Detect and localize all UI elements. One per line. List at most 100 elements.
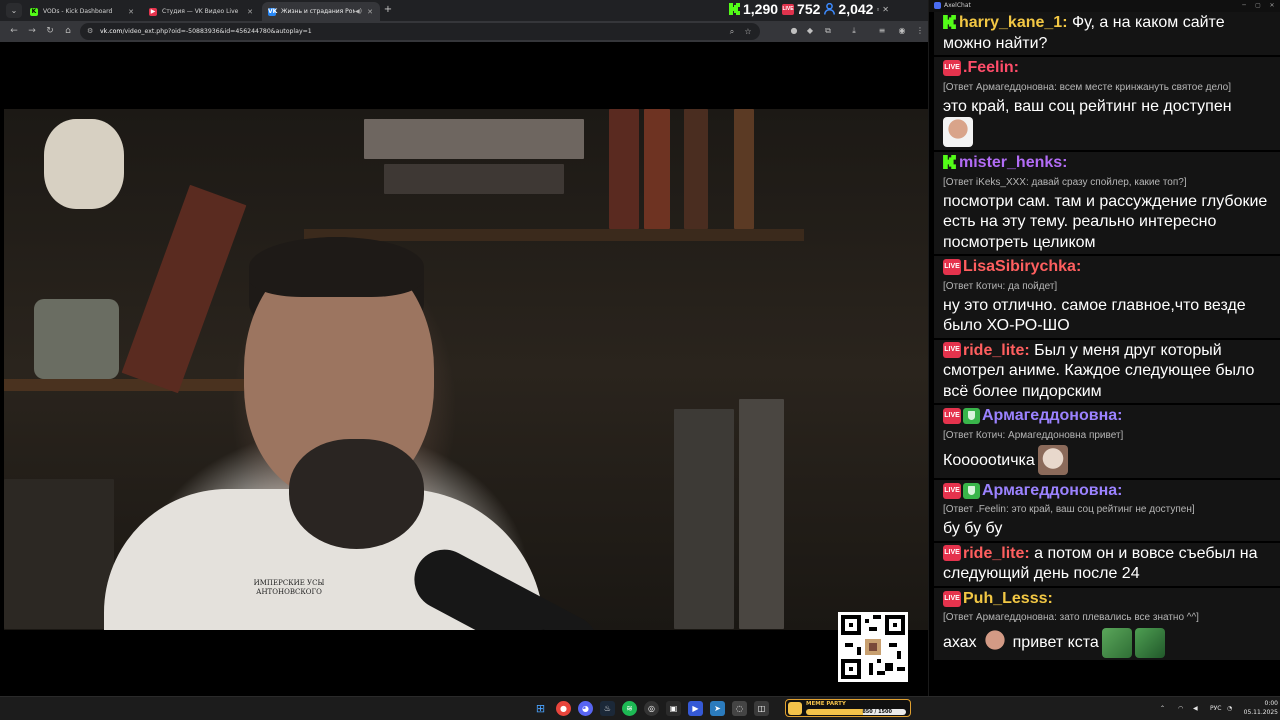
back-icon[interactable]: ← [8, 25, 20, 37]
bookshelf [4, 379, 244, 391]
tab-title: VODs - Kick Dashboard [43, 8, 113, 15]
new-tab-button[interactable]: + [383, 3, 393, 17]
app-name: AxelChat [944, 2, 971, 9]
chat-username[interactable]: LisaSibirychka: [963, 257, 1081, 278]
video-player[interactable]: ИМПЕРСКИЕ УСЫ АНТОНОВСКОГО [4, 42, 928, 690]
vk-live-badge-icon: LIVE [943, 342, 961, 359]
chat-text: ну это отлично. самое главное,что везде … [943, 296, 1246, 335]
chat-window: AxelChat ─ ▢ ✕ harry_kane_1: Фу, а на ка… [928, 0, 1280, 696]
chat-username[interactable]: .Feelin: [963, 58, 1019, 79]
chat-username[interactable]: mister_henks: [959, 153, 1068, 174]
close-tab-icon[interactable]: ✕ [246, 8, 254, 16]
chat-message: LIVE Puh_Lesss: [Ответ Армагеддоновна: за… [934, 587, 1280, 662]
spotify-icon[interactable]: ≋ [622, 701, 637, 716]
system-clock[interactable]: 0:00 05.11.2025 [1238, 699, 1278, 717]
book [644, 109, 670, 229]
chat-username[interactable]: ride_lite: [963, 545, 1030, 562]
cat-emote [1037, 445, 1068, 476]
bookmark-star-icon[interactable]: ☆ [742, 23, 754, 40]
close-icon[interactable]: ✕ [882, 5, 889, 14]
media-control-icon[interactable]: ≡ [876, 25, 888, 37]
stream-stats: 1,290 LIVE 752 2,042 ▫ ✕ [729, 0, 893, 18]
chat-reply-quote: [Ответ Котич: Армагеддоновна привет] [943, 429, 1124, 441]
app-icon[interactable]: ▶ [688, 701, 703, 716]
vk-live-viewer-count: 752 [797, 1, 821, 17]
book [4, 479, 114, 629]
download-icon[interactable]: ⤓ [848, 25, 860, 37]
profile-icon[interactable]: ◉ [896, 25, 908, 37]
steam-icon[interactable]: ♨ [600, 701, 615, 716]
close-icon[interactable]: ✕ [1267, 0, 1277, 12]
video-frame[interactable]: ИМПЕРСКИЕ УСЫ АНТОНОВСКОГО [4, 109, 928, 630]
tab-kick-dashboard[interactable]: K VODs - Kick Dashboard ✕ [24, 2, 141, 21]
tab-strip: ⌄ K VODs - Kick Dashboard ✕ ▶ Студия — V… [0, 0, 928, 21]
book [674, 409, 734, 629]
close-tab-icon[interactable]: ✕ [366, 8, 374, 16]
app-icon[interactable]: ◌ [732, 701, 747, 716]
person-hair [249, 237, 424, 297]
face-emote [979, 627, 1010, 658]
chat-message: LIVE LisaSibirychka: [Ответ Котич: да пой… [934, 256, 1280, 340]
chat-username[interactable]: harry_kane_1: [959, 14, 1068, 31]
chat-text: Коооootичка [943, 451, 1035, 469]
language-indicator[interactable]: РУС [1210, 697, 1221, 720]
telegram-icon[interactable]: ➤ [710, 701, 725, 716]
volume-icon[interactable]: ◀ [1193, 697, 1198, 720]
face-emote [943, 117, 973, 147]
minimize-icon[interactable]: ▫ [876, 5, 879, 14]
vk-live-viewer-stat: LIVE 752 [782, 1, 820, 17]
speaker-icon[interactable]: ◀) [355, 8, 363, 15]
app-icon [934, 2, 941, 9]
chat-username[interactable]: Армагеддоновна: [982, 481, 1122, 502]
chat-message: LIVE .Feelin: [Ответ Армагеддоновна: всем… [934, 57, 1280, 152]
clock-date: 05.11.2025 [1243, 709, 1278, 716]
wifi-icon[interactable]: ◔ [1227, 697, 1232, 720]
chat-username[interactable]: ride_lite: [963, 342, 1030, 359]
chat-message-list[interactable]: harry_kane_1: Фу, а на каком сайте можно… [934, 12, 1280, 662]
obs-icon[interactable]: ◎ [644, 701, 659, 716]
site-info-icon[interactable]: ⚙ [87, 26, 96, 37]
chat-username[interactable]: Армагеддоновна: [982, 406, 1122, 427]
url-text: vk.com/video_ext.php?oid=-50883936&id=45… [100, 28, 312, 35]
maximize-icon[interactable]: ▢ [1253, 0, 1263, 12]
network-icon[interactable]: ◠ [1178, 697, 1183, 720]
browser-window: ⌄ K VODs - Kick Dashboard ✕ ▶ Студия — V… [0, 0, 928, 696]
book [734, 109, 754, 229]
tray-chevron-icon[interactable]: ⌃ [1160, 697, 1165, 720]
tab-vk-video[interactable]: VK Жизнь и страдания Романа ◀) ✕ [262, 2, 380, 21]
chat-message: LIVE ride_lite: а потом он и вовсе съебыл… [934, 542, 1280, 588]
windows-start-icon[interactable]: ⊞ [533, 701, 548, 716]
extension-icon[interactable]: ● [788, 25, 800, 37]
app-icon[interactable]: ◫ [754, 701, 769, 716]
kick-badge-icon [943, 155, 956, 170]
browser-menu-icon[interactable]: ⋮ [914, 25, 926, 37]
zoom-icon[interactable]: ⌕ [726, 23, 738, 40]
close-tab-icon[interactable]: ✕ [127, 8, 135, 16]
book [121, 184, 247, 394]
chat-message: LIVE ride_lite: Был у меня друг который с… [934, 339, 1280, 405]
extension-icon[interactable]: ◆ [804, 25, 816, 37]
chat-text: это край, ваш соц рейтинг не доступен [943, 97, 1232, 115]
extensions-puzzle-icon[interactable]: ⧉ [822, 25, 834, 37]
discord-icon[interactable]: ◕ [578, 701, 593, 716]
tab-search-button[interactable]: ⌄ [6, 3, 22, 18]
chat-reply-quote: [Ответ Армагеддоновна: зато плевались вс… [943, 612, 1199, 623]
address-bar: ← → ↻ ⌂ ⚙ vk.com/video_ext.php?oid=-5088… [0, 21, 928, 42]
tab-title: Жизнь и страдания Романа [281, 8, 355, 15]
book [364, 119, 584, 159]
chrome-icon[interactable]: ● [556, 701, 571, 716]
url-field[interactable]: ⚙ vk.com/video_ext.php?oid=-50883936&id=… [80, 23, 760, 40]
chat-reply-quote: [Ответ .Feelin: это край, ваш соц рейтин… [943, 504, 1195, 515]
reload-icon[interactable]: ↻ [44, 25, 56, 37]
meme-party-widget[interactable]: MEME PARTY 850 / 1500 [785, 699, 911, 717]
vk-live-icon: LIVE [782, 3, 795, 15]
chat-username[interactable]: Puh_Lesss: [963, 589, 1053, 610]
chat-text: привет кста [1012, 634, 1099, 651]
moderator-shield-icon [963, 408, 980, 425]
tab-vk-studio[interactable]: ▶ Студия — VK Видео Live ✕ [143, 2, 260, 21]
home-icon[interactable]: ⌂ [62, 25, 74, 37]
chat-message: mister_henks: [Ответ iKeks_XXX: давай ср… [934, 152, 1280, 256]
minimize-icon[interactable]: ─ [1239, 0, 1249, 12]
forward-icon[interactable]: → [26, 25, 38, 37]
app-icon[interactable]: ▣ [666, 701, 681, 716]
